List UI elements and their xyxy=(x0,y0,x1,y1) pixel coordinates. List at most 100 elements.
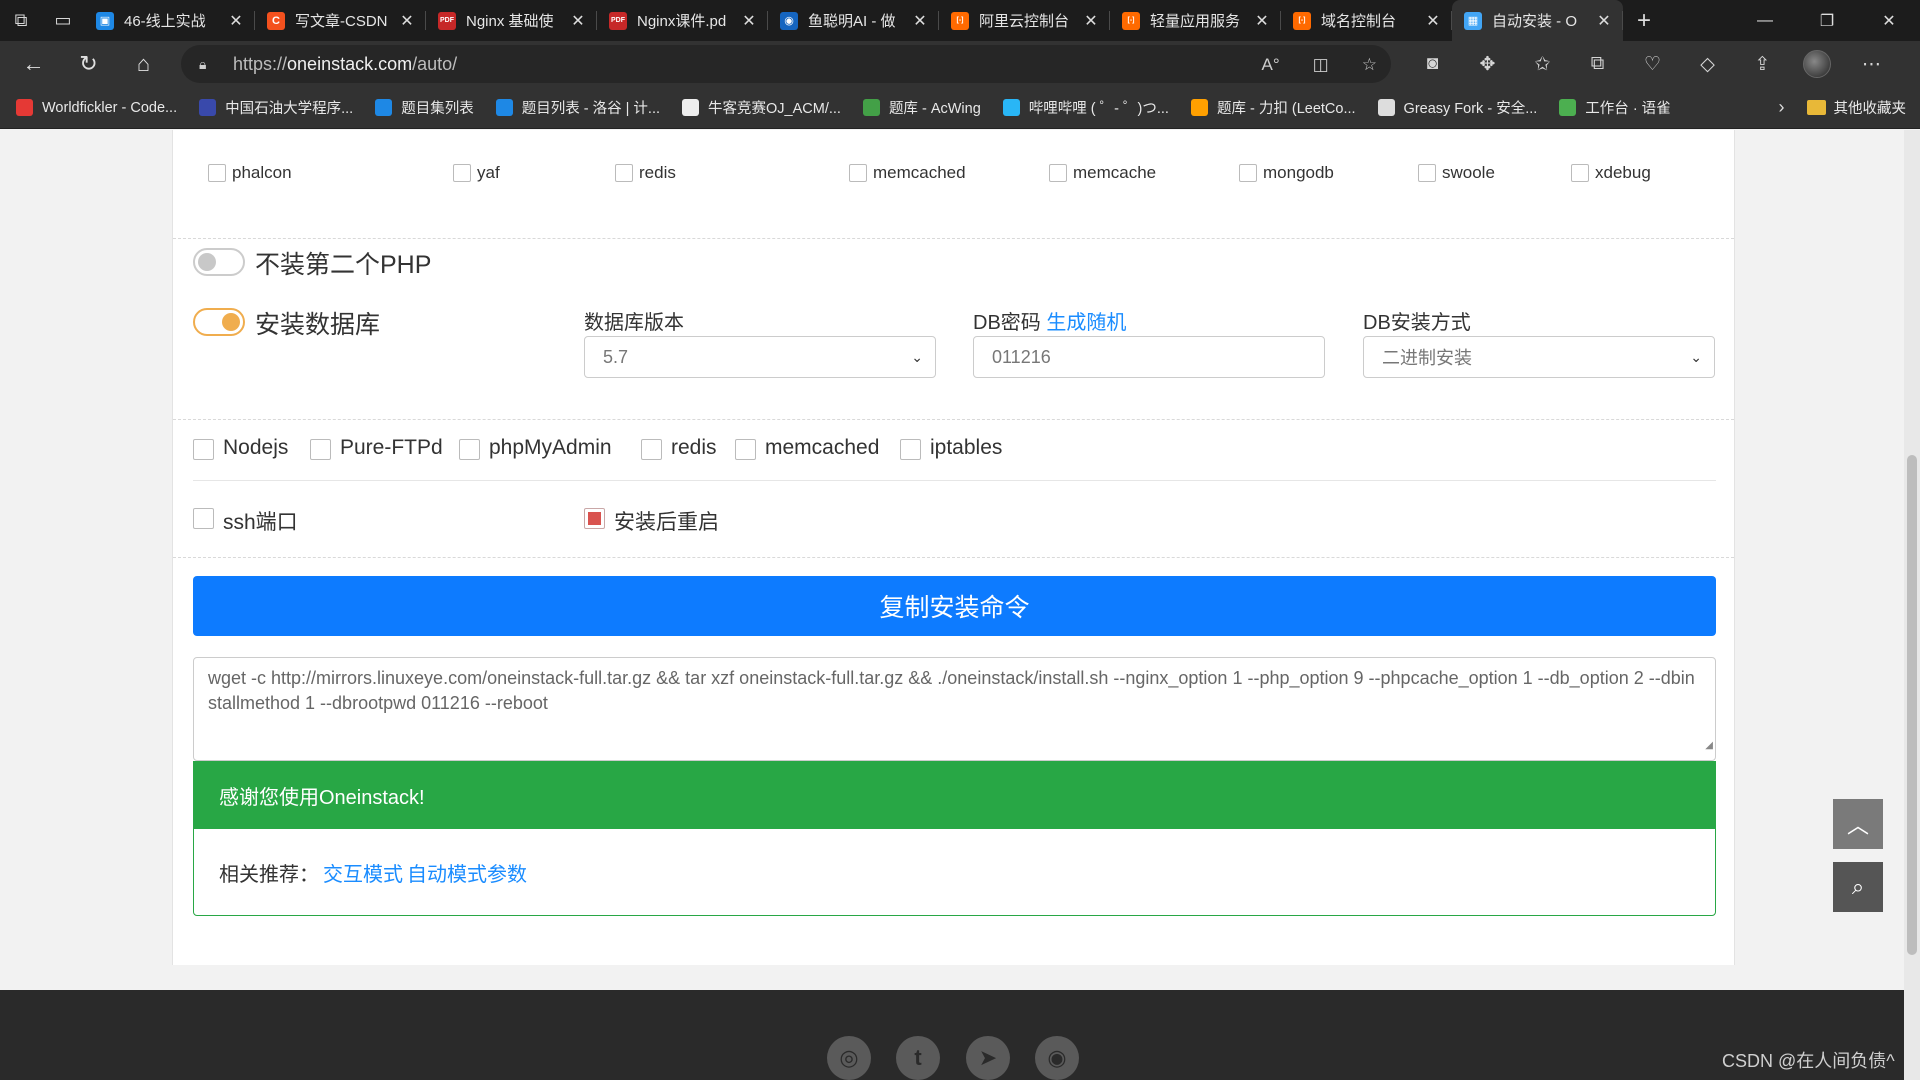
back-button[interactable]: ← xyxy=(6,41,61,87)
php-ext-checkbox[interactable] xyxy=(1049,164,1067,182)
twitter-icon[interactable]: t xyxy=(896,1036,940,1080)
close-tab-icon[interactable]: ✕ xyxy=(911,11,929,31)
browser-essentials-icon[interactable]: ◙ xyxy=(1405,41,1460,87)
more-bookmarks-chevron-icon[interactable]: › xyxy=(1779,97,1785,118)
back-to-top-button[interactable]: ︿ xyxy=(1833,799,1883,849)
browser-tab[interactable]: PDF Nginx课件.pd ✕ xyxy=(597,0,768,41)
tab-favicon-icon: C xyxy=(267,11,285,30)
browser-tab[interactable]: [-] 域名控制台 ✕ xyxy=(1281,0,1452,41)
component-checkbox[interactable] xyxy=(900,439,921,460)
browser-tab[interactable]: ▣ 46-线上实战 ✕ xyxy=(84,0,255,41)
close-tab-icon[interactable]: ✕ xyxy=(227,11,245,31)
install-database-toggle[interactable] xyxy=(193,308,245,336)
lock-icon[interactable]: 🔒︎ xyxy=(199,56,215,73)
component-checkbox[interactable] xyxy=(459,439,480,460)
tab-favicon-icon: PDF xyxy=(438,11,456,30)
collections-icon[interactable]: ⧉ xyxy=(1570,41,1625,87)
favorites-icon[interactable]: ✩ xyxy=(1515,41,1570,87)
close-tab-icon[interactable]: ✕ xyxy=(1082,11,1100,31)
component-checkbox[interactable] xyxy=(310,439,331,460)
db-version-select[interactable]: 5.7 ⌄ xyxy=(584,336,936,378)
close-tab-icon[interactable]: ✕ xyxy=(1253,11,1271,31)
refresh-button[interactable]: ↻ xyxy=(61,41,116,87)
profile-avatar[interactable] xyxy=(1803,50,1831,78)
browser-tab[interactable]: PDF Nginx 基础使 ✕ xyxy=(426,0,597,41)
component-checkbox[interactable] xyxy=(641,439,662,460)
bookmark-item[interactable]: 题目列表 - 洛谷 | 计... xyxy=(495,97,660,118)
split-screen-icon[interactable]: ◫ xyxy=(1313,55,1329,74)
address-bar[interactable]: 🔒︎ https://oneinstack.com/auto/ A° ◫ ☆ xyxy=(181,45,1391,83)
bookmark-item[interactable]: 题库 - AcWing xyxy=(862,97,981,118)
close-tab-icon[interactable]: ✕ xyxy=(1424,11,1442,31)
settings-more-icon[interactable]: ⋯ xyxy=(1844,41,1899,87)
db-password-input[interactable]: 011216 xyxy=(973,336,1325,378)
bookmark-label: 牛客竞赛OJ_ACM/... xyxy=(708,101,841,117)
edge-bar-icon[interactable]: ◇ xyxy=(1680,41,1735,87)
close-tab-icon[interactable]: ✕ xyxy=(569,11,587,31)
weibo-icon[interactable]: ◎ xyxy=(827,1036,871,1080)
ssh-port-checkbox[interactable] xyxy=(193,508,214,529)
auto-mode-params-link[interactable]: 自动模式参数 xyxy=(407,858,527,887)
bookmark-item[interactable]: 牛客竞赛OJ_ACM/... xyxy=(682,97,841,118)
close-tab-icon[interactable]: ✕ xyxy=(1595,11,1613,31)
bookmark-item[interactable]: Greasy Fork - 安全... xyxy=(1377,97,1538,118)
php-ext-checkbox[interactable] xyxy=(849,164,867,182)
interactive-mode-link[interactable]: 交互模式 xyxy=(323,858,403,887)
url-text[interactable]: https://oneinstack.com/auto/ xyxy=(233,54,1234,75)
php-ext-checkbox[interactable] xyxy=(1418,164,1436,182)
db-password-label-text: DB密码 xyxy=(973,312,1041,334)
component-checkbox[interactable] xyxy=(735,439,756,460)
new-tab-button[interactable]: + xyxy=(1623,0,1665,41)
browser-tab[interactable]: C 写文章-CSDN ✕ xyxy=(255,0,426,41)
share-icon[interactable]: ⇪ xyxy=(1735,41,1790,87)
component-checkbox[interactable] xyxy=(193,439,214,460)
scrollbar-thumb[interactable] xyxy=(1907,455,1917,955)
bookmark-item[interactable]: 题目集列表 xyxy=(375,97,474,118)
page-scrollbar[interactable] xyxy=(1904,130,1920,1080)
telegram-icon[interactable]: ➤ xyxy=(966,1036,1010,1080)
bookmark-item[interactable]: 中国石油大学程序... xyxy=(199,97,353,118)
tab-title: 写文章-CSDN xyxy=(295,13,388,30)
browser-tab[interactable]: ◉ 鱼聪明AI - 做 ✕ xyxy=(768,0,939,41)
github-icon[interactable]: ◉ xyxy=(1035,1036,1079,1080)
php-ext-checkbox[interactable] xyxy=(208,164,226,182)
url-path: /auto/ xyxy=(412,53,458,74)
browser-tab[interactable]: [-] 阿里云控制台 ✕ xyxy=(939,0,1110,41)
reboot-after-install-checkbox[interactable] xyxy=(584,508,605,529)
browser-tab[interactable]: [-] 轻量应用服务 ✕ xyxy=(1110,0,1281,41)
install-command-textarea[interactable]: wget -c http://mirrors.linuxeye.com/onei… xyxy=(193,657,1716,761)
generate-random-link[interactable]: 生成随机 xyxy=(1046,312,1126,334)
second-php-toggle[interactable] xyxy=(193,248,245,276)
browser-tab[interactable]: ▦ 自动安装 - O ✕ xyxy=(1452,0,1623,41)
php-ext-checkbox[interactable] xyxy=(453,164,471,182)
extensions-icon[interactable]: ✥ xyxy=(1460,41,1515,87)
search-button[interactable]: ⌕ xyxy=(1833,862,1883,912)
close-tab-icon[interactable]: ✕ xyxy=(740,11,758,31)
bookmark-label: Greasy Fork - 安全... xyxy=(1403,101,1538,117)
close-tab-icon[interactable]: ✕ xyxy=(398,11,416,31)
bookmark-item[interactable]: 工作台 · 语雀 xyxy=(1559,97,1671,118)
performance-icon[interactable]: ♡ xyxy=(1625,41,1680,87)
home-button[interactable]: ⌂ xyxy=(116,41,171,87)
bookmark-item[interactable]: 题库 - 力扣 (LeetCo... xyxy=(1190,97,1356,118)
tab-title: 46-线上实战 xyxy=(124,13,206,30)
tab-actions-icon[interactable]: ▭ xyxy=(42,0,84,41)
component-label: phpMyAdmin xyxy=(489,436,612,459)
bookmark-favicon-icon xyxy=(1002,99,1020,116)
bookmark-item[interactable]: Worldfickler - Code... xyxy=(16,97,177,118)
php-ext-checkbox[interactable] xyxy=(1239,164,1257,182)
read-aloud-icon[interactable]: A° xyxy=(1262,55,1280,74)
resize-handle-icon[interactable]: ◢ xyxy=(1705,733,1713,758)
workspaces-icon[interactable]: ⧉ xyxy=(0,0,42,41)
other-bookmarks-folder[interactable]: 其他收藏夹 xyxy=(1806,97,1906,118)
copy-install-command-button[interactable]: 复制安装命令 xyxy=(193,576,1716,636)
close-window-icon[interactable]: ✕ xyxy=(1858,0,1920,41)
minimize-icon[interactable]: — xyxy=(1734,0,1796,41)
favorite-star-icon[interactable]: ☆ xyxy=(1362,55,1377,74)
db-install-method-select[interactable]: 二进制安装 ⌄ xyxy=(1363,336,1715,378)
restore-icon[interactable]: ❐ xyxy=(1796,0,1858,41)
bookmark-item[interactable]: 哔哩哔哩 ( ゜- ゜)つ... xyxy=(1002,97,1169,118)
tab-favicon-icon: [-] xyxy=(951,11,969,30)
php-ext-checkbox[interactable] xyxy=(615,164,633,182)
php-ext-checkbox[interactable] xyxy=(1571,164,1589,182)
